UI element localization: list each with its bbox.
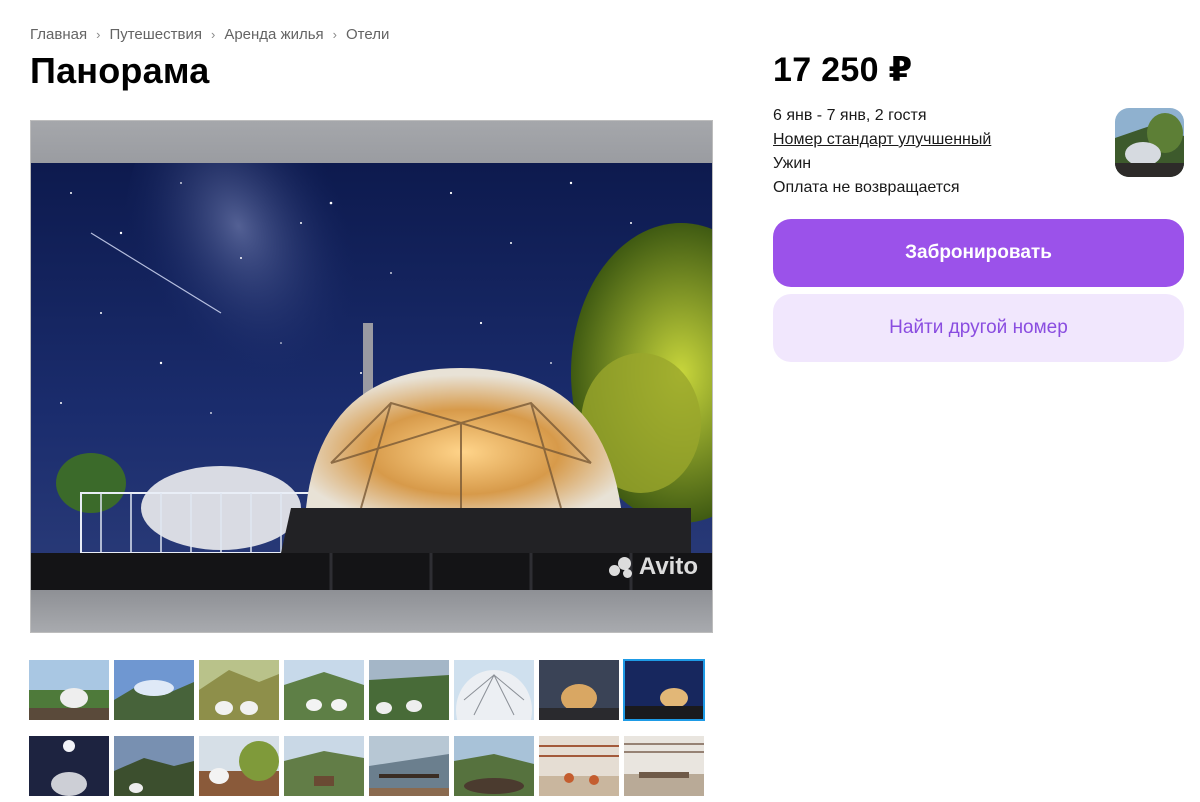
thumbnail-strip bbox=[29, 659, 719, 802]
breadcrumb-hotels[interactable]: Отели bbox=[346, 26, 389, 43]
thumbnail[interactable] bbox=[284, 660, 364, 720]
thumbnail[interactable] bbox=[29, 736, 109, 796]
thumbnail[interactable] bbox=[539, 660, 619, 720]
book-button[interactable]: Забронировать bbox=[773, 219, 1184, 287]
meal-plan: Ужин bbox=[773, 155, 812, 172]
refund-policy: Оплата не возвращается bbox=[773, 179, 960, 196]
chevron-right-icon: › bbox=[332, 27, 338, 42]
chevron-right-icon: › bbox=[96, 27, 101, 42]
thumbnail[interactable] bbox=[369, 660, 449, 720]
photo-blur-bottom bbox=[31, 590, 712, 632]
thumbnail[interactable] bbox=[114, 736, 194, 796]
find-other-room-button[interactable]: Найти другой номер bbox=[773, 294, 1184, 362]
avito-logo-icon bbox=[608, 555, 637, 579]
thumbnail[interactable] bbox=[29, 660, 109, 720]
photo-blur-top bbox=[31, 121, 712, 163]
thumbnail-row bbox=[29, 736, 719, 796]
main-photo[interactable]: Avito bbox=[30, 120, 713, 633]
avito-watermark: Avito bbox=[608, 553, 698, 581]
booking-details: 6 янв - 7 янв, 2 гостя Номер стандарт ул… bbox=[773, 104, 991, 200]
thumbnail[interactable] bbox=[454, 736, 534, 796]
thumbnail[interactable] bbox=[454, 660, 534, 720]
room-type-link[interactable]: Номер стандарт улучшенный bbox=[773, 128, 991, 152]
page-title: Панорама bbox=[30, 50, 210, 91]
thumbnail[interactable] bbox=[539, 736, 619, 796]
thumbnail-active[interactable] bbox=[623, 659, 705, 721]
booking-dates: 6 янв - 7 янв, 2 гостя bbox=[773, 107, 927, 124]
breadcrumb-home[interactable]: Главная bbox=[30, 26, 87, 43]
watermark-text: Avito bbox=[638, 553, 698, 580]
thumbnail-row bbox=[29, 659, 719, 721]
price: 17 250 ₽ bbox=[773, 51, 913, 89]
thumbnail[interactable] bbox=[114, 660, 194, 720]
chevron-right-icon: › bbox=[210, 27, 216, 42]
night-dome-photo bbox=[31, 163, 712, 592]
thumbnail[interactable] bbox=[369, 736, 449, 796]
thumbnail[interactable] bbox=[199, 736, 279, 796]
breadcrumb-rental[interactable]: Аренда жилья bbox=[224, 26, 323, 43]
breadcrumb-travel[interactable]: Путешествия bbox=[109, 26, 202, 43]
thumbnail[interactable] bbox=[284, 736, 364, 796]
thumbnail[interactable] bbox=[624, 736, 704, 796]
room-thumbnail[interactable] bbox=[1115, 108, 1184, 177]
thumbnail[interactable] bbox=[199, 660, 279, 720]
breadcrumb: Главная › Путешествия › Аренда жилья › О… bbox=[30, 26, 389, 43]
